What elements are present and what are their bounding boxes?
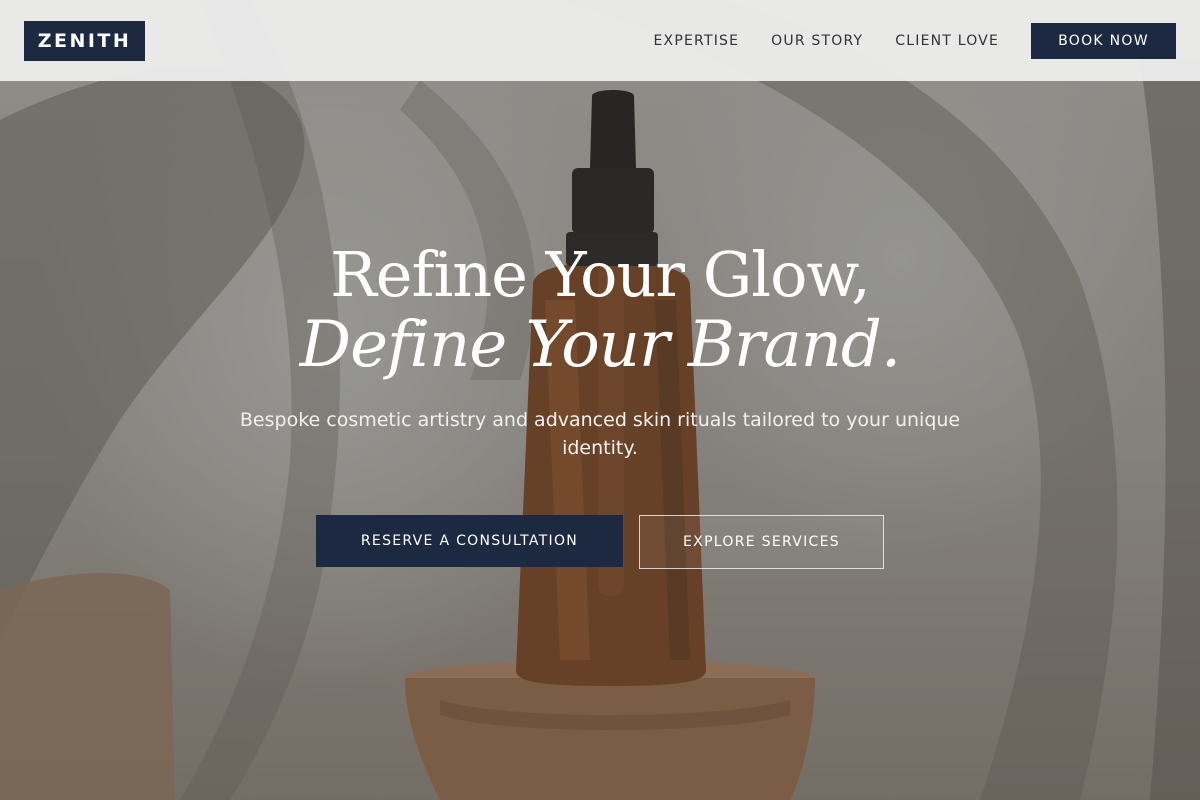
nav-link-client-love[interactable]: CLIENT LOVE — [895, 33, 999, 49]
explore-services-button[interactable]: EXPLORE SERVICES — [639, 515, 884, 569]
page: ZENITH EXPERTISE OUR STORY CLIENT LOVE B… — [0, 0, 1200, 800]
hero-content: Refine Your Glow, Define Your Brand. Bes… — [0, 240, 1200, 569]
cta-row: RESERVE A CONSULTATION EXPLORE SERVICES — [0, 515, 1200, 569]
headline-line-2: Define Your Brand. — [299, 308, 901, 382]
book-now-button[interactable]: BOOK NOW — [1031, 22, 1176, 59]
hero-headline: Refine Your Glow, Define Your Brand. — [0, 238, 1200, 382]
site-header: ZENITH EXPERTISE OUR STORY CLIENT LOVE B… — [0, 0, 1200, 81]
reserve-consultation-button[interactable]: RESERVE A CONSULTATION — [316, 515, 623, 567]
nav-link-our-story[interactable]: OUR STORY — [771, 33, 863, 49]
main-nav: EXPERTISE OUR STORY CLIENT LOVE BOOK NOW — [654, 22, 1176, 59]
headline-line-1: Refine Your Glow, — [330, 238, 871, 311]
logo[interactable]: ZENITH — [24, 20, 145, 61]
hero-subheading: Bespoke cosmetic artistry and advanced s… — [239, 409, 961, 459]
nav-link-expertise[interactable]: EXPERTISE — [654, 33, 740, 49]
